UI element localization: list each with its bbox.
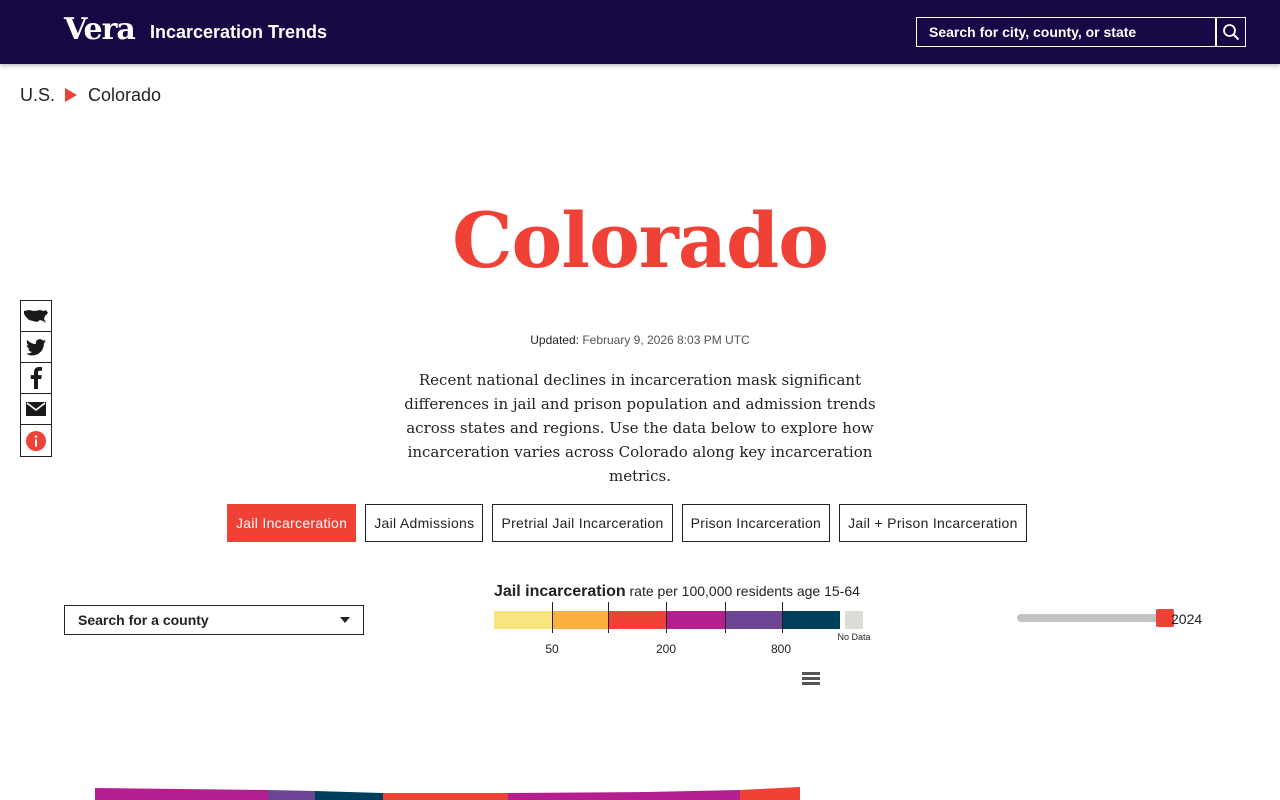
vera-logo[interactable]: Vera	[64, 12, 136, 48]
search-button[interactable]	[1216, 17, 1246, 47]
slider-track[interactable]	[1017, 614, 1167, 622]
legend-title-rest: rate per 100,000 residents age 15-64	[629, 583, 860, 599]
county-search-placeholder: Search for a county	[78, 612, 209, 628]
share-us-map-button[interactable]	[21, 301, 51, 332]
location-search-input[interactable]	[916, 17, 1216, 47]
share-toolbar	[20, 300, 52, 457]
map-county[interactable]	[508, 792, 646, 800]
tab-jail-incarceration[interactable]: Jail Incarceration	[227, 504, 357, 542]
legend-swatch	[494, 611, 552, 629]
chart-menu-icon[interactable]	[802, 672, 820, 688]
legend-tick-label: 50	[545, 642, 559, 656]
legend-swatch	[551, 611, 610, 629]
us-map-icon	[24, 310, 48, 323]
tab-jail-admissions[interactable]: Jail Admissions	[365, 504, 484, 542]
legend-tick-label: 200	[655, 642, 677, 656]
legend-no-data-label: No Data	[837, 632, 871, 642]
legend-swatch	[724, 611, 783, 629]
updated-timestamp: Updated: February 9, 2026 8:03 PM UTC	[0, 333, 1280, 347]
chevron-down-icon	[340, 617, 350, 623]
map-county[interactable]	[268, 790, 315, 800]
legend-tick-label: 800	[770, 642, 792, 656]
map-county[interactable]	[646, 790, 740, 800]
breadcrumb-current: Colorado	[88, 84, 162, 105]
legend-swatch	[782, 611, 841, 629]
legend-swatch	[667, 611, 725, 629]
email-icon	[26, 402, 46, 416]
intro-paragraph: Recent national declines in incarceratio…	[404, 371, 876, 485]
info-icon	[26, 430, 46, 451]
legend-title: Jail incarceration rate per 100,000 resi…	[494, 583, 884, 601]
twitter-icon	[26, 338, 46, 355]
share-twitter-button[interactable]	[21, 332, 51, 363]
metric-tabs: Jail Incarceration Jail Admissions Pretr…	[227, 504, 1036, 542]
top-navigation-bar: Vera Incarceration Trends	[0, 0, 1280, 64]
legend-swatch	[609, 611, 668, 629]
share-email-button[interactable]	[21, 394, 51, 425]
legend-divider	[552, 602, 553, 633]
map-county[interactable]	[740, 787, 800, 800]
legend-no-data-swatch	[845, 611, 863, 629]
legend-divider	[608, 602, 609, 633]
map-county[interactable]	[383, 793, 508, 800]
search-icon	[1223, 24, 1240, 41]
share-facebook-button[interactable]	[21, 363, 51, 394]
tab-jail-prison-incarceration[interactable]: Jail + Prison Incarceration	[839, 504, 1027, 542]
updated-value: February 9, 2026 8:03 PM UTC	[582, 333, 750, 347]
legend-title-main: Jail incarceration	[494, 583, 626, 600]
page-title: Colorado	[452, 196, 829, 285]
breadcrumb-us-link[interactable]: U.S.	[20, 85, 55, 106]
county-map	[95, 787, 800, 800]
county-search-dropdown[interactable]: Search for a county	[64, 605, 364, 635]
updated-label: Updated:	[530, 333, 579, 347]
info-button[interactable]	[21, 425, 51, 456]
tab-pretrial-jail-incarceration[interactable]: Pretrial Jail Incarceration	[492, 504, 673, 542]
facebook-icon	[30, 367, 42, 389]
year-slider[interactable]	[1017, 609, 1174, 627]
legend-color-scale	[494, 611, 841, 629]
year-label: 2024	[1171, 611, 1203, 627]
breadcrumb-arrow-icon	[65, 88, 78, 102]
breadcrumb: U.S. Colorado	[20, 84, 161, 106]
tab-prison-incarceration[interactable]: Prison Incarceration	[681, 504, 831, 542]
legend-divider	[666, 602, 667, 633]
map-county[interactable]	[315, 791, 383, 800]
legend-divider	[782, 602, 783, 633]
map-county[interactable]	[95, 788, 268, 800]
app-title[interactable]: Incarceration Trends	[150, 20, 327, 44]
legend-divider	[725, 602, 726, 633]
